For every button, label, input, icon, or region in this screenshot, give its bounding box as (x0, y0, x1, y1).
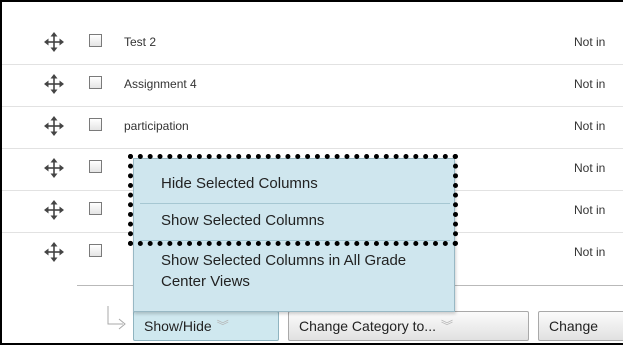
column-name[interactable]: Test 2 (124, 35, 156, 49)
checkbox-icon[interactable] (89, 244, 102, 257)
column-status: Not in (574, 119, 606, 133)
change-category-button[interactable]: Change Category to... ︾ (288, 311, 529, 341)
column-row[interactable]: Assignment 4 Not in (2, 64, 623, 107)
elbow-arrow-icon (107, 306, 126, 330)
column-status: Not in (574, 35, 606, 49)
checkbox-icon[interactable] (89, 34, 102, 47)
column-name[interactable]: participation (124, 119, 189, 133)
checkbox-icon[interactable] (89, 76, 102, 89)
change-category-label: Change Category to... (299, 318, 436, 334)
menu-item-show-selected-columns-all-views[interactable]: Show Selected Columns in All Grade Cente… (161, 250, 436, 292)
column-row[interactable]: participation Not in (2, 106, 623, 149)
show-hide-button[interactable]: Show/Hide ︾ (133, 311, 279, 341)
checkbox-icon[interactable] (89, 202, 102, 215)
grade-center-columns-panel: Test 2 Not in Assignment 4 Not in partic… (0, 0, 623, 345)
column-status: Not in (574, 203, 606, 217)
menu-item-hide-selected-columns[interactable]: Hide Selected Columns (161, 173, 318, 194)
move-icon[interactable] (44, 242, 64, 262)
menu-separator (140, 203, 450, 204)
menu-item-show-selected-columns[interactable]: Show Selected Columns (161, 210, 324, 231)
column-row[interactable]: Test 2 Not in (2, 22, 623, 65)
show-hide-label: Show/Hide (144, 318, 212, 334)
move-icon[interactable] (44, 158, 64, 178)
move-icon[interactable] (44, 74, 64, 94)
column-status: Not in (574, 245, 606, 259)
double-chevron-down-icon: ︾ (440, 319, 453, 333)
move-icon[interactable] (44, 32, 64, 52)
change-label: Change (549, 318, 599, 334)
checkbox-icon[interactable] (89, 118, 102, 131)
checkbox-icon[interactable] (89, 160, 102, 173)
change-button[interactable]: Change (538, 311, 623, 341)
menu-separator (140, 240, 450, 241)
column-status: Not in (574, 77, 606, 91)
column-status: Not in (574, 161, 606, 175)
move-icon[interactable] (44, 116, 64, 136)
column-name[interactable]: Assignment 4 (124, 77, 197, 91)
double-chevron-down-icon: ︾ (216, 319, 229, 333)
show-hide-dropdown-menu: Hide Selected Columns Show Selected Colu… (133, 158, 455, 312)
move-icon[interactable] (44, 200, 64, 220)
